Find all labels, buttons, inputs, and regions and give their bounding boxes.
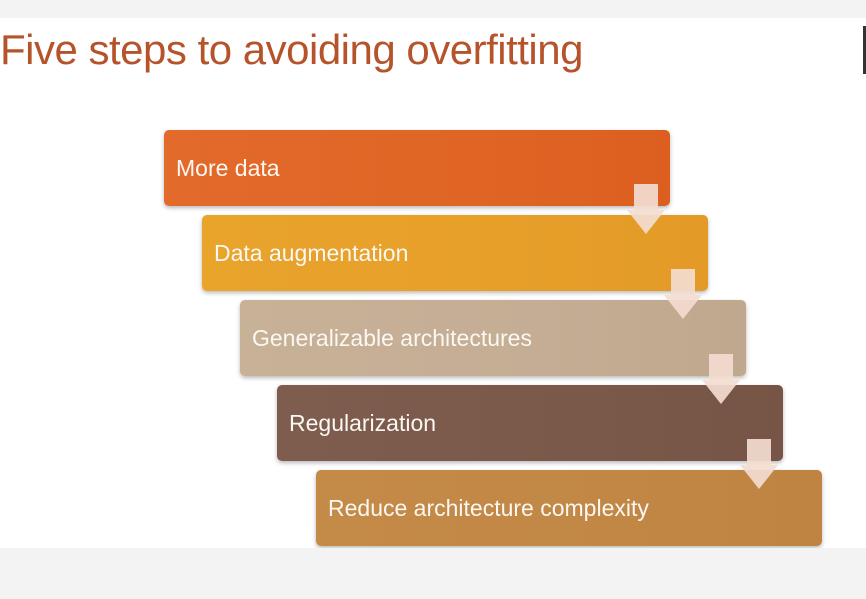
step-label: Reduce architecture complexity bbox=[328, 494, 649, 521]
down-arrow-icon bbox=[627, 184, 665, 234]
step-more-data: More data bbox=[164, 130, 670, 206]
down-arrow-icon bbox=[702, 354, 740, 404]
slide-title: Five steps to avoiding overfitting bbox=[0, 26, 583, 73]
step-label: Data augmentation bbox=[214, 239, 409, 266]
down-arrow-icon bbox=[740, 439, 778, 489]
slide: Five steps to avoiding overfitting More … bbox=[0, 18, 866, 548]
step-label: Generalizable architectures bbox=[252, 324, 532, 351]
down-arrow-icon bbox=[664, 269, 702, 319]
step-label: Regularization bbox=[289, 409, 437, 436]
step-label: More data bbox=[176, 154, 280, 181]
